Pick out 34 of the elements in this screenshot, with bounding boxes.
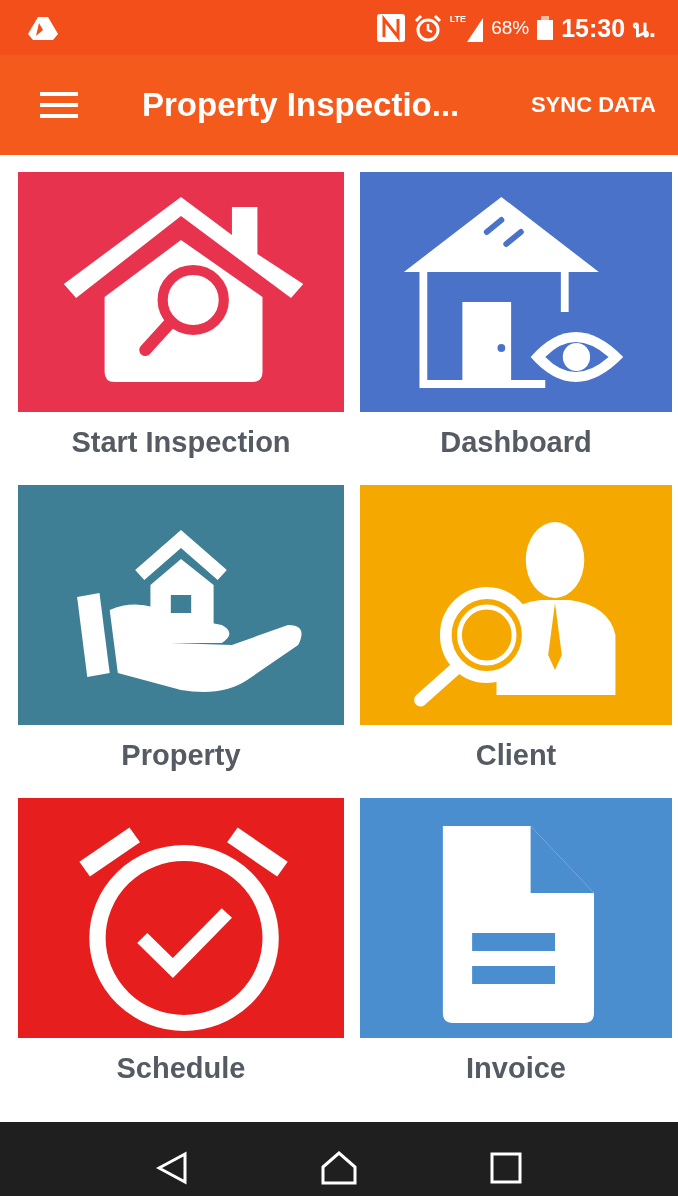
menu-tile[interactable]: Client xyxy=(360,485,672,796)
menu-tile[interactable]: Schedule xyxy=(18,798,344,1109)
network-type-label: LTE xyxy=(449,13,467,24)
tile-label: Schedule xyxy=(116,1052,246,1085)
home-icon xyxy=(320,1150,358,1185)
clock: 15:30 น. xyxy=(561,12,656,44)
tile-label: Dashboard xyxy=(440,426,592,459)
tile-label: Start Inspection xyxy=(71,426,291,459)
menu-icon xyxy=(40,92,78,118)
tile-label: Property xyxy=(121,739,241,772)
nfc-icon xyxy=(375,12,406,43)
back-button[interactable] xyxy=(156,1150,188,1185)
recents-icon xyxy=(490,1151,522,1184)
menu-tile[interactable]: Start Inspection xyxy=(18,172,344,483)
house-eye-icon xyxy=(403,197,624,388)
home-button[interactable] xyxy=(320,1150,358,1185)
recents-button[interactable] xyxy=(490,1151,522,1184)
alarm-clock-icon xyxy=(413,13,442,42)
menu-tile[interactable]: Dashboard xyxy=(360,172,672,483)
hand-house-icon xyxy=(77,530,302,692)
house-search-icon xyxy=(63,197,304,382)
menu-tile[interactable]: Property xyxy=(18,485,344,796)
back-icon xyxy=(156,1150,188,1185)
menu-tile[interactable]: Invoice xyxy=(360,798,672,1109)
battery-icon xyxy=(537,15,554,40)
menu-button[interactable] xyxy=(40,92,78,118)
tile-label: Client xyxy=(475,739,557,772)
alarm-clock-check-icon xyxy=(79,827,288,1032)
document-icon xyxy=(442,826,594,1023)
app-title: Property Inspectio... xyxy=(142,86,460,124)
battery-percentage: 68% xyxy=(491,16,530,39)
tile-label: Invoice xyxy=(466,1052,566,1085)
drive-icon xyxy=(28,15,58,40)
person-search-icon xyxy=(414,522,616,707)
